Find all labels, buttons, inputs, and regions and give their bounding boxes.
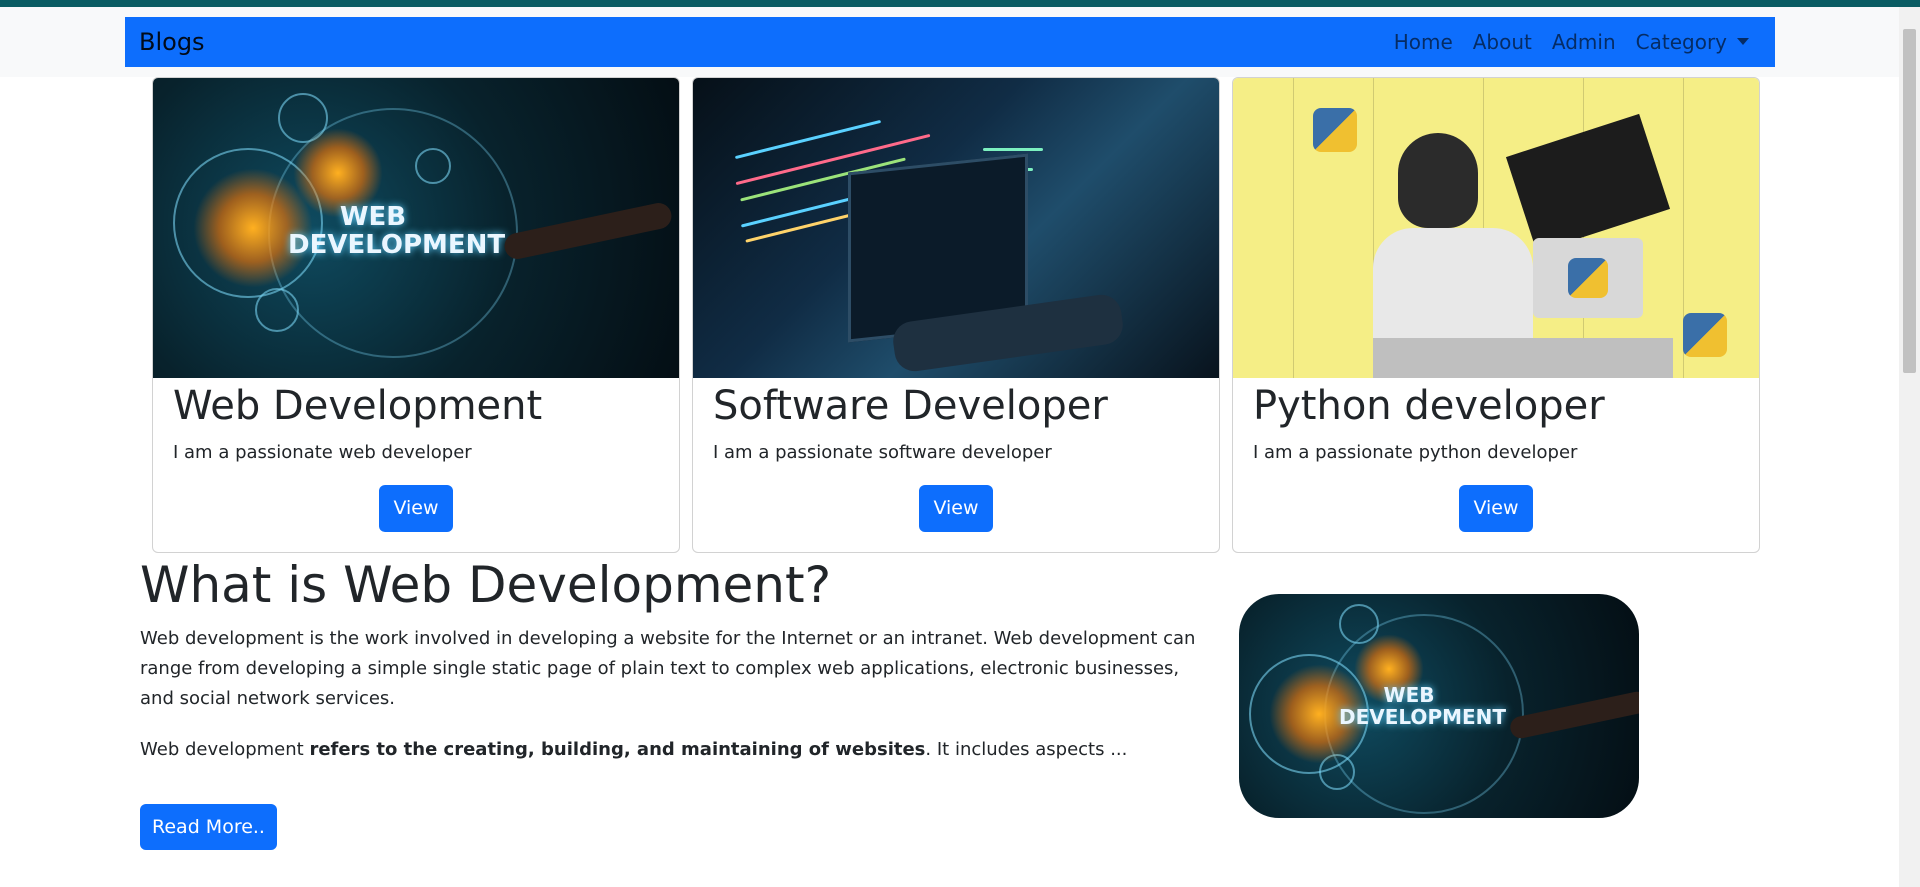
python-developer-image bbox=[1233, 78, 1759, 378]
web-development-image-text: WEB DEVELOPMENT bbox=[288, 202, 506, 260]
card-text: I am a passionate web developer bbox=[173, 442, 472, 463]
article-image-text: WEB DEVELOPMENT bbox=[1339, 683, 1507, 729]
scrollbar-thumb[interactable] bbox=[1903, 29, 1916, 373]
software-developer-image bbox=[693, 78, 1219, 378]
nav-link-home[interactable]: Home bbox=[1394, 30, 1453, 54]
nav-dropdown-category[interactable]: Category bbox=[1636, 30, 1749, 54]
page-scrollbar[interactable] bbox=[1899, 7, 1920, 887]
person-body bbox=[1373, 228, 1533, 348]
card-title: Python developer bbox=[1253, 383, 1605, 429]
card-body: Web Development I am a passionate web de… bbox=[153, 382, 679, 463]
browser-top-strip bbox=[0, 0, 1920, 7]
pointing-hand bbox=[502, 200, 674, 262]
person-head bbox=[1398, 133, 1478, 228]
article-paragraph-1: Web development is the work involved in … bbox=[140, 628, 1196, 709]
laptop-icon bbox=[255, 288, 299, 332]
article-paragraph-2: Web development refers to the creating, … bbox=[140, 735, 1200, 765]
web-development-image: WEB DEVELOPMENT bbox=[153, 78, 679, 378]
python-logo-icon bbox=[1313, 108, 1357, 152]
paragraph-bold-text: refers to the creating, building, and ma… bbox=[309, 739, 926, 760]
card-title: Web Development bbox=[173, 383, 543, 429]
view-button-software-developer[interactable]: View bbox=[919, 485, 993, 532]
read-more-button[interactable]: Read More.. bbox=[140, 804, 277, 850]
navbar-brand[interactable]: Blogs bbox=[139, 28, 205, 56]
card-web-development: WEB DEVELOPMENT Web Development I am a p… bbox=[152, 77, 680, 553]
view-button-python-developer[interactable]: View bbox=[1459, 485, 1533, 532]
card-title: Software Developer bbox=[713, 383, 1108, 429]
desk bbox=[1373, 338, 1673, 378]
caret-down-icon bbox=[1737, 38, 1749, 45]
article-title: What is Web Development? bbox=[140, 556, 832, 614]
card-text: I am a passionate python developer bbox=[1253, 442, 1578, 463]
gear-icon bbox=[415, 148, 451, 184]
code-column bbox=[1293, 78, 1294, 378]
card-body: Python developer I am a passionate pytho… bbox=[1233, 382, 1759, 463]
paragraph-text: Web development bbox=[140, 739, 310, 760]
python-logo-icon bbox=[1683, 313, 1727, 357]
card-python-developer: Python developer I am a passionate pytho… bbox=[1232, 77, 1760, 553]
navbar: Blogs Home About Admin Category bbox=[125, 17, 1775, 67]
paragraph-text: . It includes aspects ... bbox=[925, 739, 1128, 760]
nav-links: Home About Admin Category bbox=[1394, 30, 1749, 54]
category-label: Category bbox=[1635, 30, 1727, 54]
nav-link-admin[interactable]: Admin bbox=[1552, 30, 1616, 54]
card-software-developer: Software Developer I am a passionate sof… bbox=[692, 77, 1220, 553]
code-line bbox=[983, 148, 1043, 151]
article-web-development-image: WEB DEVELOPMENT bbox=[1239, 594, 1639, 818]
card-body: Software Developer I am a passionate sof… bbox=[693, 382, 1219, 463]
card-text: I am a passionate software developer bbox=[713, 442, 1052, 463]
view-button-web-development[interactable]: View bbox=[379, 485, 453, 532]
python-logo-icon bbox=[1568, 258, 1608, 298]
pointing-hand bbox=[1508, 689, 1639, 741]
graduation-cap bbox=[1505, 113, 1671, 253]
nav-link-about[interactable]: About bbox=[1473, 30, 1532, 54]
